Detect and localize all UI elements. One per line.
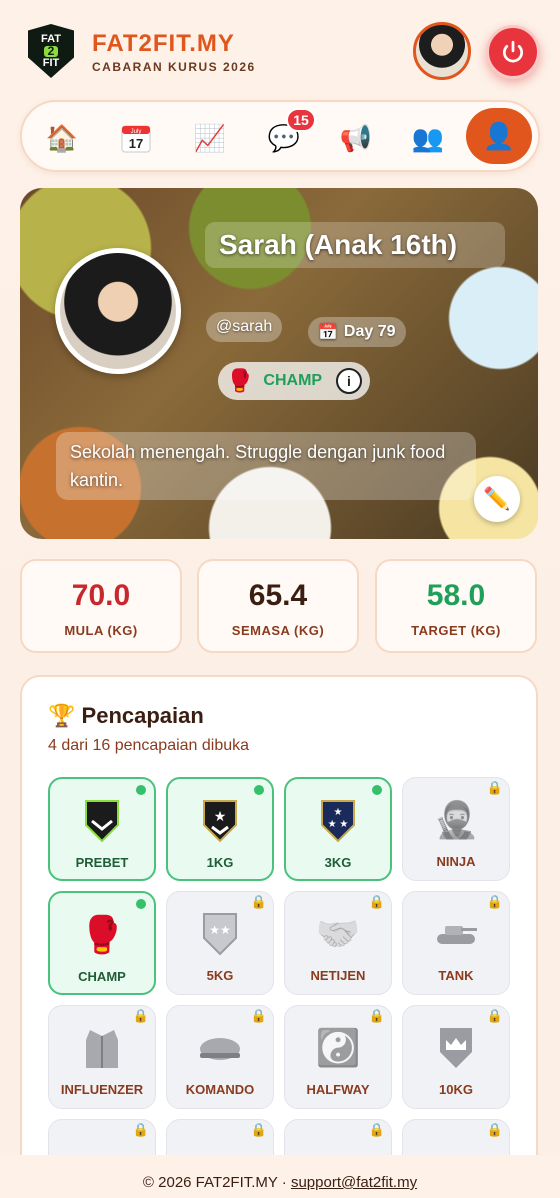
yin-yang-icon: ☯️ xyxy=(315,1027,361,1068)
notification-badge: 15 xyxy=(286,108,316,132)
profile-name: Sarah (Anak 16th) xyxy=(205,222,505,268)
achievements-title: 🏆 Pencapaian xyxy=(48,703,204,728)
calendar-small-icon: 📅 xyxy=(318,324,338,341)
achievement-tile[interactable]: 🔒 KOMANDO xyxy=(166,1005,274,1109)
nav-profile-icon[interactable]: 👤 xyxy=(466,108,532,164)
lock-icon: 🔒 xyxy=(250,1008,267,1023)
handshake-icon: 🤝 xyxy=(315,913,361,954)
nav-announcement-icon[interactable]: 📢 xyxy=(334,116,378,160)
lock-icon: 🔒 xyxy=(486,1122,503,1137)
achievements-card: 🏆 Pencapaian 4 dari 16 pencapaian dibuka… xyxy=(20,675,538,1175)
pencil-icon: ✏️ xyxy=(483,486,511,511)
unlocked-dot xyxy=(372,785,382,795)
profile-avatar[interactable] xyxy=(55,248,181,374)
stars-shield-icon: ★★ xyxy=(196,910,244,958)
stat-target-weight: 58.0 TARGET (KG) xyxy=(375,559,537,653)
svg-text:★: ★ xyxy=(214,808,227,824)
brand-subtitle: CABARAN KURUS 2026 xyxy=(92,60,256,74)
stat-current-weight: 65.4 SEMASA (KG) xyxy=(197,559,359,653)
lock-icon: 🔒 xyxy=(250,1122,267,1137)
star-shield-icon: ★ xyxy=(196,797,244,845)
lock-icon: 🔒 xyxy=(368,1122,385,1137)
svg-text:17: 17 xyxy=(129,136,143,151)
app-header: FAT 2 FIT FAT2FIT.MY CABARAN KURUS 2026 xyxy=(0,0,560,100)
nav-home-icon[interactable]: 🏠 xyxy=(40,116,84,160)
footer-copyright: © 2026 FAT2FIT.MY · xyxy=(142,1174,291,1191)
trophy-icon: 🏆 xyxy=(48,703,76,728)
profile-bio: Sekolah menengah. Struggle dengan junk f… xyxy=(56,432,476,500)
achievement-tile[interactable]: ★ ★ ★ 3KG xyxy=(284,777,392,881)
nav-calendar-icon[interactable]: July 17 xyxy=(114,116,158,160)
logout-button[interactable] xyxy=(486,25,540,79)
boxing-glove-icon: 🥊 xyxy=(226,368,254,393)
tank-icon xyxy=(432,910,480,958)
main-nav: 🏠 July 17 📈 💬 15 📢 👥 👤 xyxy=(20,100,540,172)
lock-icon: 🔒 xyxy=(486,780,503,795)
stat-value: 58.0 xyxy=(426,579,486,612)
stat-label: SEMASA (KG) xyxy=(231,623,325,638)
footer: © 2026 FAT2FIT.MY · support@fat2fit.my xyxy=(0,1155,560,1198)
svg-text:★★: ★★ xyxy=(209,923,231,937)
achievement-tile[interactable]: 🔒 10KG xyxy=(402,1005,510,1109)
profile-hero: Sarah (Anak 16th) @sarah 📅 Day 79 🥊 CHAM… xyxy=(20,188,538,539)
svg-text:July: July xyxy=(131,129,142,135)
edit-profile-button[interactable]: ✏️ xyxy=(474,476,520,522)
rank-badge[interactable]: 🥊 CHAMP i xyxy=(218,362,370,400)
stat-label: TARGET (KG) xyxy=(411,623,501,638)
profile-username: @sarah xyxy=(206,312,283,342)
svg-text:★: ★ xyxy=(334,807,343,818)
stat-value: 65.4 xyxy=(248,579,308,612)
chevron-shield-icon xyxy=(78,797,126,845)
lock-icon: 🔒 xyxy=(250,894,267,909)
achievement-tile[interactable]: 🔒 🥷 NINJA xyxy=(402,777,510,881)
unlocked-dot xyxy=(136,785,146,795)
support-email-link[interactable]: support@fat2fit.my xyxy=(291,1174,417,1191)
lock-icon: 🔒 xyxy=(486,894,503,909)
achievement-tile[interactable]: 🔒 🤝 NETIJEN xyxy=(284,891,392,995)
user-avatar[interactable] xyxy=(413,22,471,80)
achievement-tile[interactable]: 🔒 INFLUENZER xyxy=(48,1005,156,1109)
lock-icon: 🔒 xyxy=(132,1008,149,1023)
power-icon xyxy=(502,40,524,63)
boxing-glove-icon: 🥊 xyxy=(79,914,125,955)
crown-shield-icon xyxy=(432,1024,480,1072)
unlocked-dot xyxy=(136,899,146,909)
logo-icon[interactable]: FAT 2 FIT xyxy=(28,24,74,78)
suit-icon xyxy=(78,1024,126,1072)
stat-start-weight: 70.0 MULA (KG) xyxy=(20,559,182,653)
logo-text-mid: 2 xyxy=(43,45,59,57)
achievements-subtitle: 4 dari 16 pencapaian dibuka xyxy=(48,737,250,754)
achievement-tile[interactable]: ★ 1KG xyxy=(166,777,274,881)
stat-label: MULA (KG) xyxy=(64,623,138,638)
rank-label: CHAMP xyxy=(263,372,323,389)
achievement-tile[interactable]: 🔒 ★★ 5KG xyxy=(166,891,274,995)
achievement-tile[interactable]: 🔒 TANK xyxy=(402,891,510,995)
calendar-icon: July 17 xyxy=(121,125,151,153)
logo-text-top: FAT xyxy=(41,32,61,45)
stat-value: 70.0 xyxy=(71,579,131,612)
ninja-icon: 🥷 xyxy=(433,799,479,840)
logo-text-bottom: FIT xyxy=(42,56,60,69)
nav-group-icon[interactable]: 👥 xyxy=(406,116,450,160)
lock-icon: 🔒 xyxy=(486,1008,503,1023)
achievement-tile[interactable]: 🔒 ☯️ HALFWAY xyxy=(284,1005,392,1109)
three-star-shield-icon: ★ ★ ★ xyxy=(314,797,362,845)
lock-icon: 🔒 xyxy=(368,894,385,909)
achievement-tile[interactable]: PREBET xyxy=(48,777,156,881)
lock-icon: 🔒 xyxy=(132,1122,149,1137)
lock-icon: 🔒 xyxy=(368,1008,385,1023)
day-badge: 📅 Day 79 xyxy=(308,317,406,347)
brand-title: FAT2FIT.MY xyxy=(92,30,235,57)
svg-text:★ ★: ★ ★ xyxy=(328,819,349,830)
info-icon[interactable]: i xyxy=(336,368,362,394)
unlocked-dot xyxy=(254,785,264,795)
nav-chart-icon[interactable]: 📈 xyxy=(188,116,232,160)
day-label: Day 79 xyxy=(343,323,396,340)
beret-icon xyxy=(196,1024,244,1072)
achievement-tile[interactable]: 🥊 CHAMP xyxy=(48,891,156,995)
